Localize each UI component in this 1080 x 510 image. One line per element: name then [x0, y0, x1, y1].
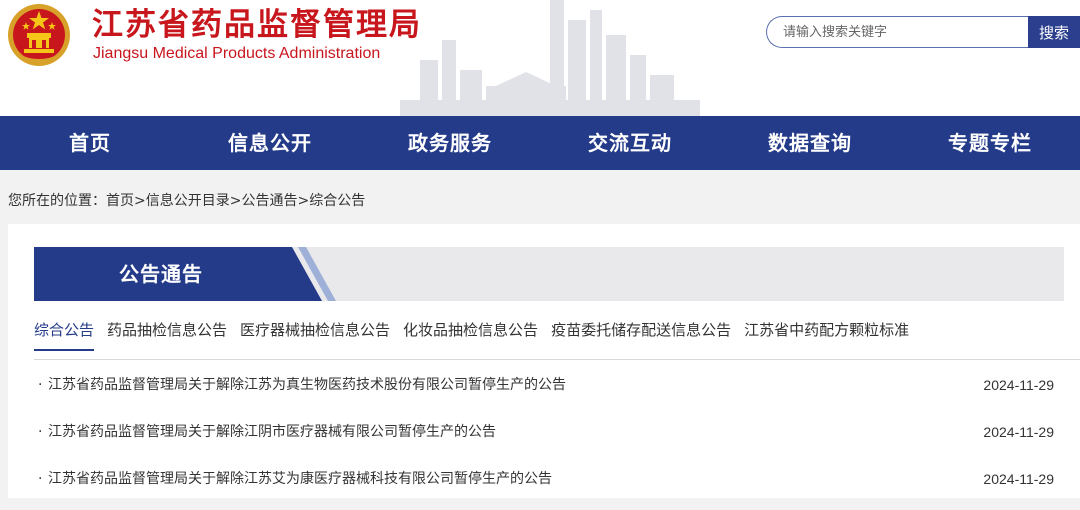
announcement-link[interactable]: 江苏省药品监督管理局关于解除江阴市医疗器械有限公司暂停生产的公告	[48, 416, 496, 448]
tab-general-announcements[interactable]: 综合公告	[34, 320, 95, 351]
nav-item-special-topics[interactable]: 专题专栏	[900, 116, 1080, 170]
search-input[interactable]	[766, 16, 1028, 48]
nav-item-home[interactable]: 首页	[0, 116, 180, 170]
site-title[interactable]: 江苏省药品监督管理局	[92, 4, 422, 46]
breadcrumb-link-home[interactable]: 首页	[106, 193, 134, 209]
breadcrumb-separator: >	[134, 193, 146, 209]
announcement-list: · 江苏省药品监督管理局关于解除江苏为真生物医药技术股份有限公司暂停生产的公告 …	[34, 369, 1054, 510]
national-emblem-icon[interactable]	[6, 2, 72, 68]
list-item: · 江苏省药品监督管理局关于解除江阴市医疗器械有限公司暂停生产的公告 2024-…	[34, 416, 1054, 463]
announcement-date: 2024-11-29	[983, 424, 1054, 440]
announcement-date: 2024-11-29	[983, 377, 1054, 393]
breadcrumb-prefix: 您所在的位置：	[8, 193, 106, 209]
nav-item-data-query[interactable]: 数据查询	[720, 116, 900, 170]
main-nav: 首页 信息公开 政务服务 交流互动 数据查询 专题专栏	[0, 116, 1080, 170]
breadcrumb-link-announcements[interactable]: 公告通告	[241, 193, 297, 209]
section-header-bar: 公告通告	[34, 247, 1064, 301]
tabs-divider	[34, 359, 1080, 360]
list-bullet: ·	[38, 377, 43, 393]
tab-vaccine-storage[interactable]: 疫苗委托储存配送信息公告	[551, 320, 731, 349]
list-bullet: ·	[38, 424, 43, 440]
content-panel: 公告通告 综合公告 药品抽检信息公告 医疗器械抽检信息公告 化妆品抽检信息公告 疫苗委托…	[8, 224, 1080, 498]
city-skyline-illustration	[400, 0, 700, 116]
list-bullet: ·	[38, 471, 43, 487]
breadcrumb-link-info-catalog[interactable]: 信息公开目录	[146, 193, 230, 209]
nav-item-interaction[interactable]: 交流互动	[540, 116, 720, 170]
breadcrumb-separator: >	[297, 193, 310, 209]
tab-device-inspection[interactable]: 医疗器械抽检信息公告	[240, 320, 390, 349]
announcement-date: 2024-11-29	[983, 471, 1054, 487]
site-title-english: Jiangsu Medical Products Administration	[93, 45, 381, 62]
tab-drug-inspection[interactable]: 药品抽检信息公告	[107, 320, 227, 349]
breadcrumb: 您所在的位置：首页>信息公开目录>公告通告>综合公告	[8, 191, 365, 211]
tab-cosmetics-inspection[interactable]: 化妆品抽检信息公告	[403, 320, 538, 349]
announcement-link[interactable]: 江苏省药品监督管理局关于解除江苏为真生物医药技术股份有限公司暂停生产的公告	[48, 369, 566, 401]
list-item: · 江苏省药品监督管理局关于解除江苏为真生物医药技术股份有限公司暂停生产的公告 …	[34, 369, 1054, 416]
category-tabs: 综合公告 药品抽检信息公告 医疗器械抽检信息公告 化妆品抽检信息公告 疫苗委托储存配送信…	[34, 320, 922, 360]
nav-item-gov-services[interactable]: 政务服务	[360, 116, 540, 170]
breadcrumb-separator: >	[229, 193, 242, 209]
announcement-link[interactable]: 江苏省药品监督管理局关于解除江苏艾为康医疗器械科技有限公司暂停生产的公告	[48, 463, 552, 495]
search-button[interactable]: 搜索	[1028, 16, 1080, 48]
list-item: · 江苏省药品监督管理局关于解除江苏艾为康医疗器械科技有限公司暂停生产的公告 2…	[34, 463, 1054, 510]
nav-item-info-disclosure[interactable]: 信息公开	[180, 116, 360, 170]
breadcrumb-link-general-announcements[interactable]: 综合公告	[309, 193, 365, 209]
site-header: 江苏省药品监督管理局 Jiangsu Medical Products Admi…	[0, 0, 1080, 116]
section-title: 公告通告	[119, 262, 203, 286]
tab-tcm-granule-standards[interactable]: 江苏省中药配方颗粒标准	[744, 320, 909, 349]
